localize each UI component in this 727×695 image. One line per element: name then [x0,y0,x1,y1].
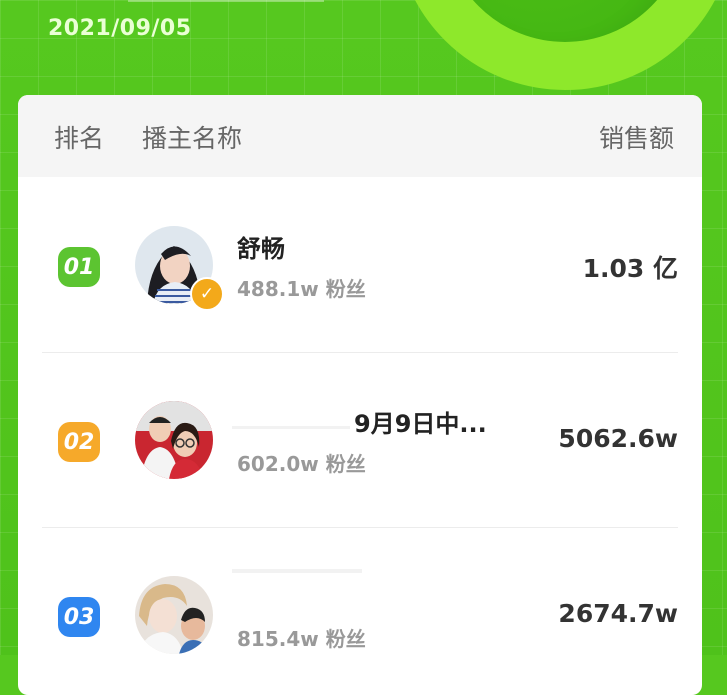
top-divider [128,0,324,2]
rank-badge: 01 [58,247,100,287]
streamer-name[interactable]: 9月9日中... [354,404,487,439]
date-label: 2021/09/05 [48,16,192,41]
rank-badge: 02 [58,422,100,462]
blurred-name-segment [232,569,362,573]
sales-value: 1.03 亿 [582,254,678,283]
column-name: 播主名称 [142,124,243,153]
column-sales: 销售额 [598,124,674,153]
streamer-name[interactable]: 舒畅 [237,229,285,264]
table-row[interactable]: 01 ✓ 舒畅 488.1w 粉丝 1.03 亿 [42,177,678,353]
sales-value: 5062.6w [558,424,678,453]
table-row[interactable]: 02 9月9日中... 602.0w 粉丝 5062.6w [42,352,678,528]
blurred-name-segment [232,426,350,429]
table-row[interactable]: 03 815.4w 粉丝 2674.7w [42,527,678,695]
rank-badge: 03 [58,597,100,637]
fan-count: 815.4w 粉丝 [237,627,366,651]
avatar[interactable] [135,401,213,479]
fan-count: 602.0w 粉丝 [237,452,366,476]
avatar[interactable] [135,576,213,654]
ranking-card: 排名 播主名称 销售额 01 ✓ 舒畅 488.1w 粉丝 1.03 亿 02 [18,95,702,695]
verified-icon: ✓ [190,277,224,311]
table-header: 排名 播主名称 销售额 [18,95,702,177]
sales-value: 2674.7w [558,599,678,628]
fan-count: 488.1w 粉丝 [237,277,366,301]
column-rank: 排名 [54,124,105,153]
